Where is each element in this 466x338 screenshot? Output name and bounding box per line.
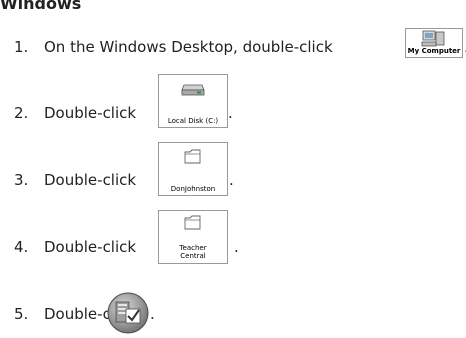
step-suffix: . xyxy=(229,171,234,189)
step-number: 3. xyxy=(14,171,29,189)
teacher-central-app-graphic xyxy=(107,292,149,334)
step-text: Double-click xyxy=(44,238,137,256)
step-number: 2. xyxy=(14,104,29,122)
folder-icon[interactable]: Teacher Central xyxy=(158,210,228,264)
step-number: 4. xyxy=(14,238,29,256)
teacher-central-app-icon[interactable] xyxy=(107,292,149,334)
step-number: 5. xyxy=(14,305,29,323)
computer-graphic xyxy=(421,30,445,47)
icon-caption: My Computer xyxy=(407,47,461,55)
icon-caption: Local Disk (C:) xyxy=(167,117,219,125)
folder-graphic xyxy=(184,215,201,230)
step-text: On the Windows Desktop, double-click xyxy=(44,38,333,56)
my-computer-icon[interactable]: My Computer xyxy=(405,28,463,58)
folder-graphic xyxy=(184,149,201,164)
page-heading: Windows xyxy=(0,0,82,13)
step-suffix: . xyxy=(228,104,233,122)
disk-drive-graphic xyxy=(181,84,205,96)
step-text: Double-click xyxy=(44,104,137,122)
local-disk-icon[interactable]: Local Disk (C:) xyxy=(158,74,228,128)
icon-caption: DonJohnston xyxy=(170,185,216,193)
icon-caption: Teacher Central xyxy=(179,244,207,260)
folder-icon[interactable]: DonJohnston xyxy=(158,142,228,196)
step-text: Double-click xyxy=(44,171,137,189)
step-suffix: . xyxy=(150,305,155,323)
step-number: 1. xyxy=(14,38,29,56)
step-suffix: . xyxy=(234,238,239,256)
